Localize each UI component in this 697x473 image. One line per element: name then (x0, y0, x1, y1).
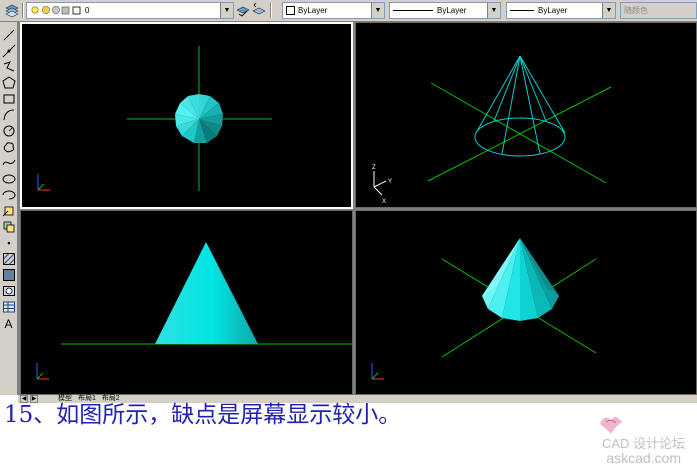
cone-wireframe-view: Z Y X (372, 55, 612, 205)
circle-icon[interactable] (2, 124, 16, 138)
svg-text:A: A (5, 317, 13, 330)
lineweight-value: ByLayer (538, 6, 568, 15)
chevron-down-icon[interactable]: ▼ (220, 3, 233, 18)
line-icon[interactable] (2, 28, 16, 42)
multiline-text-icon[interactable]: A (2, 316, 16, 330)
cone-apex-facets (175, 94, 223, 143)
layer-previous-button[interactable] (252, 2, 266, 19)
layer-manager-button[interactable] (4, 2, 20, 19)
layer-state-icons (31, 6, 81, 15)
draw-toolbar: A (0, 22, 18, 395)
viewport-isometric-shaded[interactable] (355, 210, 697, 395)
make-block-icon[interactable] (2, 220, 16, 234)
color-combo[interactable]: ByLayer ▼ (282, 2, 385, 19)
watermark-site: askcad.com (606, 450, 681, 466)
lock-icon (61, 6, 70, 15)
drawing-area[interactable]: Z Y X (18, 22, 697, 395)
lightbulb-icon (31, 6, 39, 14)
region-icon[interactable] (2, 284, 16, 298)
chevron-down-icon[interactable]: ▼ (371, 3, 384, 18)
layers-toolbar: 0 ▼ ByLayer ▼ ByLayer ▼ ByLayer ▼ 随颜色 (0, 0, 697, 22)
ellipse-icon[interactable] (2, 172, 16, 186)
cone-shaded-view (371, 238, 597, 380)
color-swatch-icon (286, 6, 295, 16)
color-value: ByLayer (298, 6, 328, 15)
gradient-icon[interactable] (2, 268, 16, 282)
rectangle-icon[interactable] (2, 92, 16, 106)
cone-edges (475, 55, 566, 155)
layer-previous-icon (252, 2, 266, 15)
toolbar-separator (270, 3, 272, 18)
ucs-icon: Z Y X (372, 165, 392, 205)
viewport-isometric-wireframe[interactable]: Z Y X (355, 22, 697, 208)
insert-block-icon[interactable] (2, 204, 16, 218)
layer-name: 0 (85, 6, 90, 15)
construction-line-icon[interactable] (2, 44, 16, 58)
ucs-icon (371, 363, 384, 380)
chevron-down-icon[interactable]: ▼ (602, 3, 615, 18)
polyline-icon[interactable] (2, 60, 16, 74)
polygon-icon[interactable] (2, 76, 16, 90)
layers-icon (5, 4, 19, 18)
tutorial-caption: 15、如图所示，缺点是屏幕显示较小。 (4, 402, 402, 428)
axis-line (430, 82, 607, 184)
ucs-x-label: X (382, 199, 386, 205)
cone-top-view (37, 46, 272, 191)
plotstyle-value: 随颜色 (624, 6, 648, 15)
freeze-icon (52, 6, 60, 14)
hatch-icon[interactable] (2, 252, 16, 266)
layer-combo[interactable]: 0 ▼ (26, 2, 234, 19)
ucs-icon (37, 174, 50, 191)
viewport-front[interactable] (20, 210, 353, 395)
viewport-top[interactable] (20, 22, 353, 209)
ucs-y-label: Y (388, 179, 392, 185)
ucs-icon (36, 363, 49, 380)
cone-front-view (36, 242, 352, 380)
lineweight-preview (510, 10, 534, 12)
make-current-icon (236, 6, 250, 17)
make-layer-current-button[interactable] (236, 2, 250, 19)
ellipse-arc-icon[interactable] (2, 188, 16, 202)
revision-cloud-icon[interactable] (2, 140, 16, 154)
linetype-preview (393, 10, 433, 12)
ucs-z-label: Z (372, 165, 376, 171)
plotstyle-combo[interactable]: 随颜色 (620, 2, 697, 19)
cone-base-ellipse (474, 117, 566, 157)
sun-icon (42, 6, 50, 14)
cone-shaded-facets (482, 238, 559, 321)
toolbar-separator (22, 3, 24, 18)
linetype-combo[interactable]: ByLayer ▼ (389, 2, 501, 19)
linetype-value: ByLayer (437, 6, 467, 15)
chevron-down-icon[interactable]: ▼ (487, 3, 500, 18)
color-swatch-icon (72, 6, 81, 15)
arc-icon[interactable] (2, 108, 16, 122)
point-icon[interactable] (2, 236, 16, 250)
spline-icon[interactable] (2, 156, 16, 170)
table-icon[interactable] (2, 300, 16, 314)
axis-line (427, 86, 612, 182)
lineweight-combo[interactable]: ByLayer ▼ (506, 2, 616, 19)
cone-silhouette (155, 242, 258, 344)
